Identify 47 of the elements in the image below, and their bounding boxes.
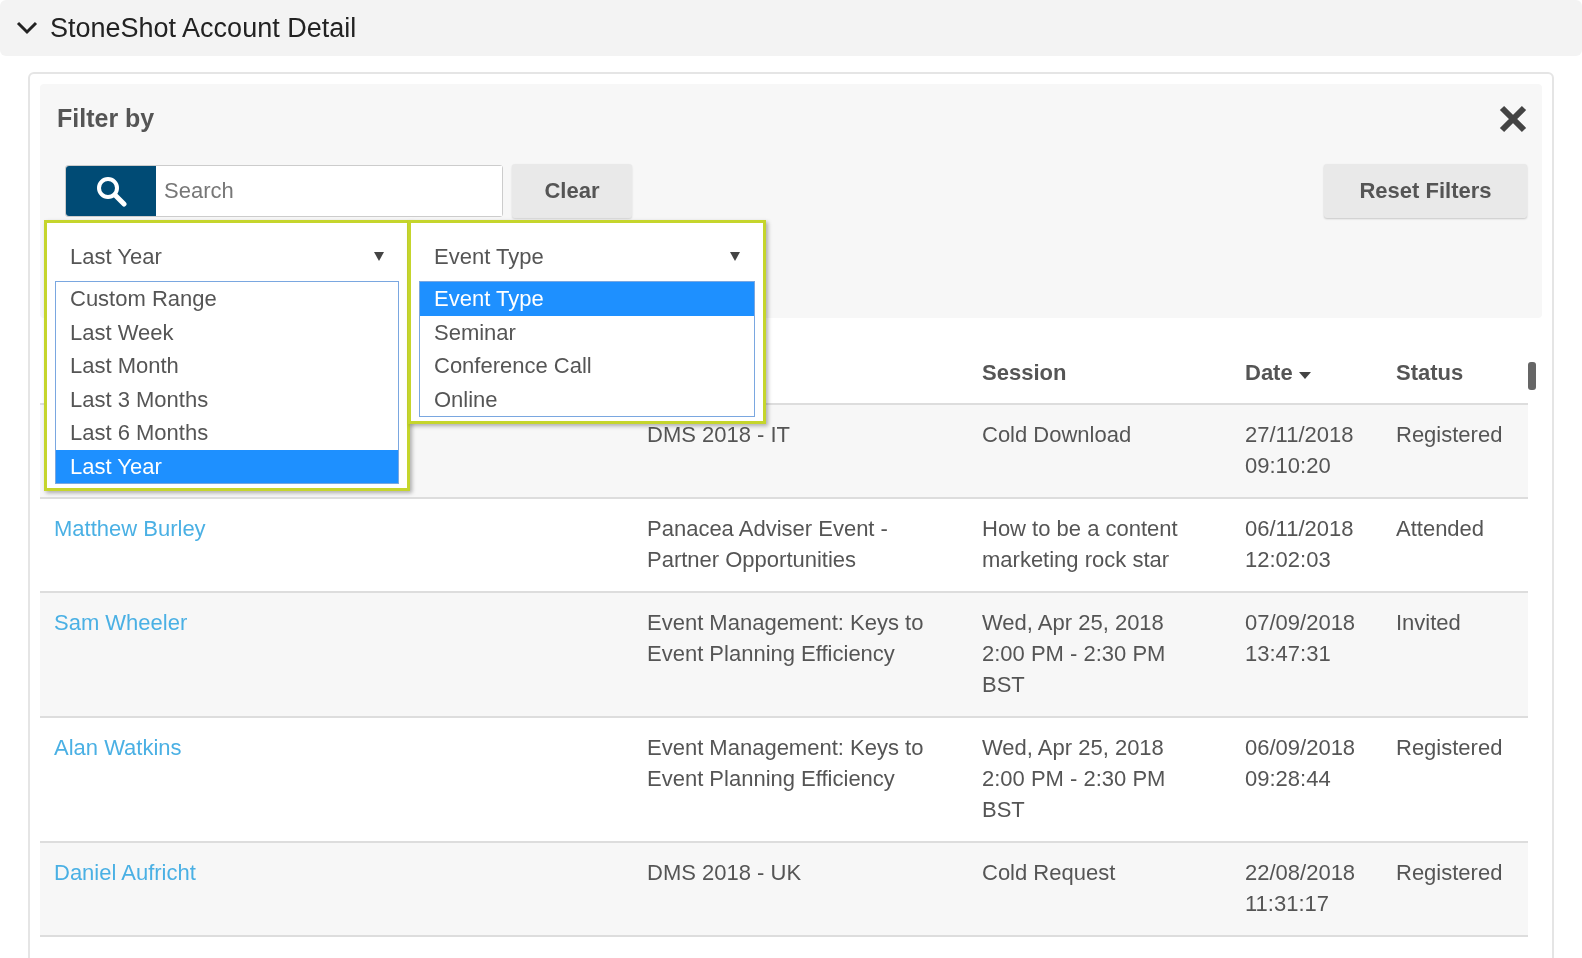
caret-icon [730,251,740,261]
table-cell-text: Registered [1396,859,1504,887]
reset-filters-button[interactable]: Reset Filters [1324,163,1527,218]
table-cell-text: Registered [1396,421,1504,449]
dropdown-option[interactable]: Last 3 Months [56,382,398,416]
section-title: StoneShot Account Detail [50,11,357,45]
table-cell-text: Panacea Adviser Event - Partner Opportunities [647,515,889,574]
column-header[interactable]: Date [1245,356,1396,389]
table-cell-text: 11:31:17 [1245,890,1330,918]
table-cell-text: 07/09/2018 [1245,609,1357,637]
dropdown-option[interactable]: Last 6 Months [56,416,398,450]
table-cell-text: DMS 2018 - IT [647,421,792,449]
column-header[interactable]: Session [982,356,1245,389]
filter-title: Filter by [57,103,155,134]
table-cell-text: 09:28:44 [1245,765,1332,793]
column-header[interactable]: Status [1396,356,1524,389]
dropdown-option[interactable]: Conference Call [420,349,754,383]
table-cell-text: 09:10:20 [1245,452,1332,480]
table-cell-text: Wed, Apr 25, 2018 2:00 PM - 2:30 PM BST [982,609,1167,699]
scrollbar-thumb[interactable] [1528,362,1536,390]
table-cell-text: Wed, Apr 25, 2018 2:00 PM - 2:30 PM BST [982,734,1167,824]
table-cell-text: Event Management: Keys to Event Planning Efficiency [647,609,925,668]
dropdown-option[interactable]: Seminar [420,315,754,349]
table-cell-text: 06/11/2018 [1245,515,1355,543]
dropdown-option[interactable]: Online [420,382,754,416]
table-cell-text: Cold Request [982,859,1117,887]
table-cell-text: Invited [1396,609,1462,637]
table-cell-text: Cold Download [982,421,1133,449]
table-cell-text: 12:02:03 [1245,546,1332,574]
dropdown-option[interactable]: Last Week [56,315,398,349]
caret-icon [374,251,384,261]
dropdown-option[interactable]: Custom Range [56,282,398,316]
table-cell-text: 22/08/2018 [1245,859,1357,887]
table-cell-text: Attended [1396,515,1486,543]
table-cell-text: How to be a content marketing rock star [982,515,1179,574]
search-field[interactable]: Search [65,164,503,217]
table-cell-text: 27/11/2018 [1245,421,1355,449]
table-cell-text: Registered [1396,734,1504,762]
table-cell-text: 06/09/2018 [1245,734,1357,762]
dropdown-option[interactable]: Last Month [56,349,398,383]
table-cell-text: DMS 2018 - UK [647,859,803,887]
table-cell-text: Event Management: Keys to Event Planning Efficiency [647,734,925,793]
section-header[interactable]: StoneShot Account Detail [0,0,1582,56]
clear-button[interactable]: Clear [512,163,632,218]
close-icon[interactable] [1499,104,1527,133]
table-cell-text: 13:47:31 [1245,640,1332,668]
search-icon [66,165,156,216]
